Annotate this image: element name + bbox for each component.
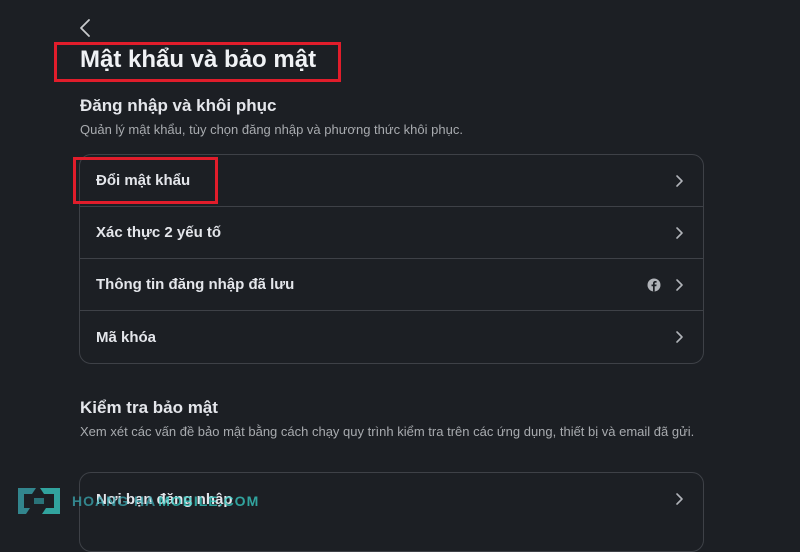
login-section-title: Đăng nhập và khôi phục <box>80 96 277 115</box>
title-highlight-box <box>54 42 341 82</box>
chevron-right-icon <box>676 174 683 187</box>
row-label: Thông tin đăng nhập đã lưu <box>96 276 295 293</box>
change-password-highlight-box <box>73 157 218 204</box>
login-section-description: Quản lý mật khẩu, tùy chọn đăng nhập và … <box>80 122 463 137</box>
chevron-right-icon <box>676 278 683 291</box>
security-check-section-description: Xem xét các vấn đề bảo mật bằng cách chạ… <box>80 424 695 439</box>
chevron-right-icon <box>676 331 683 343</box>
watermark-text-part1: HOANG HA <box>72 493 157 509</box>
chevron-right-icon <box>676 493 683 505</box>
watermark-logo-icon <box>18 488 60 514</box>
watermark-text-part2: MOBILE.COM <box>158 493 260 509</box>
passkey-item[interactable]: Mã khóa <box>80 311 703 363</box>
row-label: Xác thực 2 yếu tố <box>96 224 222 241</box>
watermark-logo: HOANG HA MOBILE.COM <box>14 484 259 518</box>
back-chevron-icon[interactable] <box>74 16 98 40</box>
security-check-section-title: Kiểm tra bảo mật <box>80 398 218 417</box>
facebook-icon <box>647 278 661 291</box>
two-factor-auth-item[interactable]: Xác thực 2 yếu tố <box>80 207 703 259</box>
chevron-right-icon <box>676 226 683 239</box>
row-label: Mã khóa <box>96 328 157 346</box>
saved-login-info-item[interactable]: Thông tin đăng nhập đã lưu <box>80 259 703 311</box>
